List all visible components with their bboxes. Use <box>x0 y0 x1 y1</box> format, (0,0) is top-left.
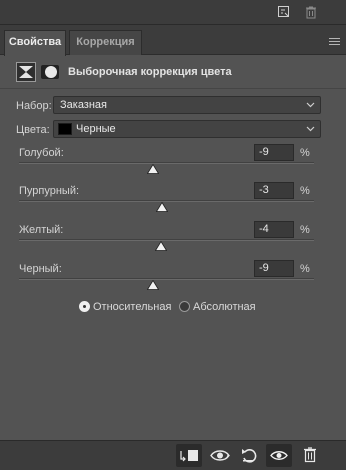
percent-unit: % <box>300 147 310 159</box>
new-layer-icon[interactable] <box>276 4 292 20</box>
slider-black: Черный: -9 % <box>0 260 346 303</box>
layer-mask-icon[interactable] <box>39 62 61 82</box>
preset-value: Заказная <box>60 99 108 111</box>
radio-relative-label[interactable]: Относительная <box>93 301 171 313</box>
slider-thumb[interactable] <box>147 164 160 174</box>
percent-unit: % <box>300 263 310 275</box>
panel-top-bar <box>0 0 346 25</box>
reset-icon[interactable] <box>236 444 262 467</box>
panel-menu-icon[interactable] <box>329 38 340 46</box>
preset-row: Набор: Заказная <box>0 96 346 116</box>
radio-absolute-label[interactable]: Абсолютная <box>193 301 256 313</box>
preset-dropdown[interactable]: Заказная <box>53 96 321 114</box>
trash-icon[interactable] <box>297 444 323 467</box>
slider-value-input[interactable]: -9 <box>254 144 294 161</box>
percent-unit: % <box>300 224 310 236</box>
slider-thumb[interactable] <box>156 202 169 212</box>
view-previous-state-icon[interactable] <box>207 444 233 467</box>
panel-tabs: Свойства Коррекция <box>0 25 346 56</box>
slider-value-input[interactable]: -9 <box>254 260 294 277</box>
trash-icon[interactable] <box>303 4 319 20</box>
slider-yellow: Желтый: -4 % <box>0 221 346 264</box>
colors-label: Цвета: <box>16 124 50 136</box>
colors-row: Цвета: Черные <box>0 120 346 140</box>
clip-to-layer-icon[interactable] <box>176 444 202 467</box>
slider-cyan: Голубой: -9 % <box>0 144 346 187</box>
slider-track[interactable] <box>19 278 314 280</box>
panel-title: Выборочная коррекция цвета <box>68 66 232 78</box>
slider-value-input[interactable]: -3 <box>254 182 294 199</box>
percent-unit: % <box>300 185 310 197</box>
method-radio-group: Относительная Абсолютная <box>0 300 346 316</box>
bottom-toolbar <box>0 440 346 470</box>
colors-value: Черные <box>76 123 116 135</box>
slider-label: Голубой: <box>19 147 64 159</box>
adjustment-title-bar: Выборочная коррекция цвета <box>0 56 346 89</box>
radio-absolute[interactable] <box>179 301 190 312</box>
radio-relative[interactable] <box>79 301 90 312</box>
slider-label: Желтый: <box>19 224 64 236</box>
slider-magenta: Пурпурный: -3 % <box>0 182 346 225</box>
slider-thumb[interactable] <box>147 280 160 290</box>
chevron-down-icon <box>306 100 315 109</box>
slider-track[interactable] <box>19 162 314 164</box>
tab-properties[interactable]: Свойства <box>4 30 66 56</box>
slider-value-input[interactable]: -4 <box>254 221 294 238</box>
colors-dropdown[interactable]: Черные <box>53 120 321 138</box>
adjustment-mask-icon[interactable] <box>16 62 36 82</box>
slider-label: Черный: <box>19 263 62 275</box>
slider-thumb[interactable] <box>154 241 167 251</box>
color-swatch <box>58 123 72 135</box>
slider-label: Пурпурный: <box>19 185 80 197</box>
tab-adjustments[interactable]: Коррекция <box>69 30 142 55</box>
preset-label: Набор: <box>16 100 52 112</box>
visibility-eye-icon[interactable] <box>266 444 292 467</box>
chevron-down-icon <box>306 124 315 133</box>
